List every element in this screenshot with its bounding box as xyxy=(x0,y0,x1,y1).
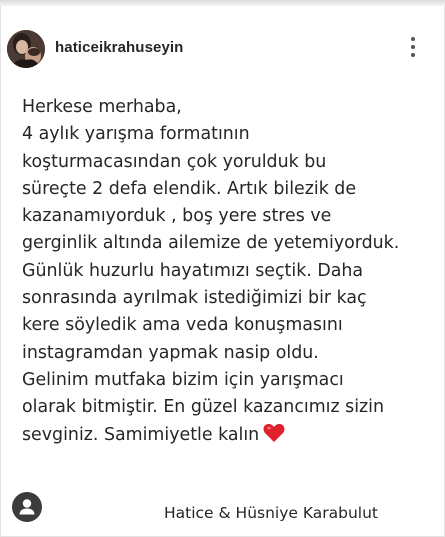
caption-line: sonrasında ayrılmak istediğimizi bir kaç xyxy=(22,288,367,309)
profile-avatar[interactable] xyxy=(7,30,45,68)
caption-line: Günlük huzurlu hayatımızı seçtik. Daha xyxy=(22,260,364,281)
caption-line: koşturmacasından çok yorulduk bu xyxy=(22,151,327,172)
post-header: haticeikrahuseyin xyxy=(0,6,445,86)
post-caption: Herkese merhaba, 4 aylık yarışma formatı… xyxy=(22,94,432,452)
caption-line: olarak bitmiştir. En güzel kazancımız si… xyxy=(22,397,385,418)
more-vertical-icon[interactable] xyxy=(406,34,420,62)
username[interactable]: haticeikrahuseyin xyxy=(55,39,183,56)
caption-line-last: sevginiz. Samimiyetle kalın xyxy=(22,422,432,452)
caption-line: Herkese merhaba, xyxy=(22,97,182,117)
heart-icon xyxy=(263,423,285,452)
signature: Hatice & Hüsniye Karabulut xyxy=(164,504,378,522)
profile-avatar-icon[interactable] xyxy=(12,492,42,522)
caption-line: kere söyledik ama veda konuşmasını xyxy=(22,315,343,336)
caption-line-text: sevginiz. Samimiyetle kalın xyxy=(22,424,260,445)
caption-line: Gelinim mutfaka bizim için yarışmacı xyxy=(22,369,344,390)
caption-line: 4 aylık yarışma formatının xyxy=(22,124,250,145)
caption-line: süreçte 2 defa elendik. Artık bilezik de xyxy=(22,178,357,199)
caption-line: kazanamıyorduk , boş yere stres ve xyxy=(22,206,332,227)
caption-line: instagramdan yapmak nasip oldu. xyxy=(22,342,319,363)
caption-line: gerginlik altında ailemize de yetemiyord… xyxy=(22,233,400,254)
avatar-photo-icon xyxy=(7,30,45,68)
